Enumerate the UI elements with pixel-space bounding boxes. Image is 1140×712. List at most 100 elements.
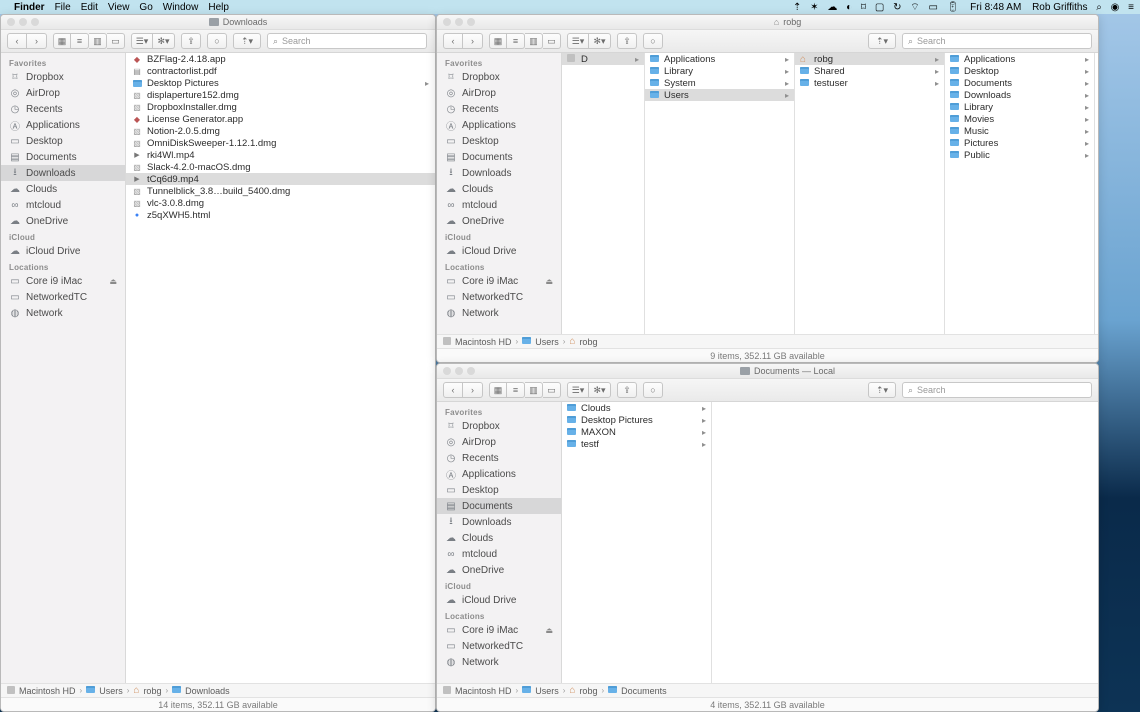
view-list-button[interactable]: ≡ (507, 33, 525, 49)
sidebar-item-mtcloud[interactable]: ∞mtcloud (1, 197, 125, 213)
search-field[interactable]: ⌕ Search (902, 382, 1092, 398)
sidebar-item-desktop[interactable]: ▭Desktop (1, 133, 125, 149)
time-machine-icon[interactable]: ↻ (893, 2, 901, 13)
file-row[interactable]: contractorlist.pdf (126, 65, 435, 77)
sidebar-item-core-i9-imac[interactable]: ▭Core i9 iMac⏏ (437, 622, 561, 638)
action-button[interactable]: ✻▾ (153, 33, 175, 49)
sidebar-item-documents[interactable]: ▤Documents (437, 498, 561, 514)
wifi-icon[interactable]: ⌔ (910, 2, 919, 13)
column-row[interactable]: Library▸ (645, 65, 794, 77)
dropbox-status-icon[interactable]: ⇡ (793, 2, 801, 13)
sidebar-item-recents[interactable]: ◷Recents (437, 450, 561, 466)
column-row[interactable]: Documents▸ (945, 77, 1094, 89)
sidebar-item-downloads[interactable]: ⭳Downloads (437, 514, 561, 530)
column-row[interactable]: testuser▸ (795, 77, 944, 89)
sidebar-item-applications[interactable]: ⒶApplications (437, 466, 561, 482)
back-button[interactable]: ‹ (7, 33, 27, 49)
traffic-lights[interactable] (443, 18, 475, 26)
evernote-icon[interactable]: ✶ (810, 2, 818, 13)
eject-icon[interactable]: ⏏ (545, 626, 553, 635)
column[interactable]: Clouds▸Desktop Pictures▸MAXON▸testf▸ (562, 402, 712, 683)
view-icon-button[interactable]: ▦ (53, 33, 71, 49)
app-menu[interactable]: Finder (14, 2, 45, 13)
column-row[interactable]: System▸ (645, 77, 794, 89)
sidebar-item-networkedtc[interactable]: ▭NetworkedTC (1, 289, 125, 305)
column[interactable]: D▸ (562, 53, 645, 334)
column-view[interactable]: D▸Applications▸Library▸System▸Users▸robg… (562, 53, 1098, 334)
column-row[interactable]: Users▸ (645, 89, 794, 101)
column[interactable]: Applications▸Library▸System▸Users▸ (645, 53, 795, 334)
sidebar-item-recents[interactable]: ◷Recents (1, 101, 125, 117)
view-icon-button[interactable]: ▦ (489, 33, 507, 49)
sidebar-item-network[interactable]: ◍Network (437, 654, 561, 670)
column-row[interactable]: robg▸ (795, 53, 944, 65)
path-segment[interactable]: Documents (621, 686, 667, 696)
column-row[interactable]: Pictures▸ (945, 137, 1094, 149)
menu-help[interactable]: Help (208, 2, 229, 13)
file-row[interactable]: Tunnelblick_3.8…build_5400.dmg (126, 185, 435, 197)
sidebar-item-icloud-drive[interactable]: ☁︎iCloud Drive (437, 592, 561, 608)
sidebar-item-clouds[interactable]: ☁︎Clouds (1, 181, 125, 197)
file-row[interactable]: Desktop Pictures▸ (126, 77, 435, 89)
spotlight-icon[interactable]: ⌕ (1096, 2, 1102, 13)
column-row[interactable]: Downloads▸ (945, 89, 1094, 101)
file-row[interactable]: rki4Wl.mp4 (126, 149, 435, 161)
sidebar-item-icloud-drive[interactable]: ☁︎iCloud Drive (1, 243, 125, 259)
display-icon[interactable]: ▭ (928, 2, 937, 13)
back-button[interactable]: ‹ (443, 382, 463, 398)
clock[interactable]: Fri 8:48 AM (970, 2, 1021, 13)
titlebar[interactable]: Downloads (1, 15, 435, 30)
group-by-button[interactable]: ☰▾ (567, 382, 589, 398)
path-bar[interactable]: Macintosh HD›Users›robg›Documents (437, 683, 1098, 697)
back-button[interactable]: ‹ (443, 33, 463, 49)
column-row[interactable]: D▸ (562, 53, 644, 65)
user-menu[interactable]: Rob Griffiths (1032, 2, 1087, 13)
sidebar-item-documents[interactable]: ▤Documents (1, 149, 125, 165)
group-by-button[interactable]: ☰▾ (131, 33, 153, 49)
file-list[interactable]: BZFlag-2.4.18.appcontractorlist.pdfDeskt… (126, 53, 435, 683)
sidebar-item-documents[interactable]: ▤Documents (437, 149, 561, 165)
search-field[interactable]: ⌕ Search (902, 33, 1092, 49)
menu-extra-icon[interactable]: ⌑ (861, 2, 866, 13)
traffic-lights[interactable] (7, 18, 39, 26)
view-gallery-button[interactable]: ▭ (107, 33, 125, 49)
path-segment[interactable]: Users (535, 337, 559, 347)
sidebar-item-clouds[interactable]: ☁︎Clouds (437, 181, 561, 197)
sidebar-item-onedrive[interactable]: ☁︎OneDrive (437, 213, 561, 229)
sidebar-item-downloads[interactable]: ⭳Downloads (1, 165, 125, 181)
forward-button[interactable]: › (463, 382, 483, 398)
sidebar-item-airdrop[interactable]: ◎AirDrop (437, 85, 561, 101)
menu-extra-icon[interactable]: ▢ (875, 2, 884, 13)
path-segment[interactable]: robg (579, 686, 597, 696)
column-view[interactable]: Clouds▸Desktop Pictures▸MAXON▸testf▸ (562, 402, 1098, 683)
group-by-button[interactable]: ☰▾ (567, 33, 589, 49)
path-segment[interactable]: Macintosh HD (19, 686, 76, 696)
file-row[interactable]: z5qXWH5.html (126, 209, 435, 221)
sidebar-item-networkedtc[interactable]: ▭NetworkedTC (437, 289, 561, 305)
sidebar-item-dropbox[interactable]: ⌑Dropbox (437, 418, 561, 434)
eject-icon[interactable]: ⏏ (545, 277, 553, 286)
tags-button[interactable]: ○ (643, 33, 663, 49)
file-row[interactable]: tCq6d9.mp4 (126, 173, 435, 185)
battery-icon[interactable]: 🔋︎ (947, 2, 960, 13)
sidebar-item-clouds[interactable]: ☁︎Clouds (437, 530, 561, 546)
share-button[interactable]: ⇪ (181, 33, 201, 49)
path-bar[interactable]: Macintosh HD›Users›robg›Downloads (1, 683, 435, 697)
file-row[interactable]: vlc-3.0.8.dmg (126, 197, 435, 209)
sidebar-item-icloud-drive[interactable]: ☁︎iCloud Drive (437, 243, 561, 259)
column-row[interactable]: Applications▸ (645, 53, 794, 65)
column-row[interactable]: Public▸ (945, 149, 1094, 161)
column-row[interactable]: Shared▸ (795, 65, 944, 77)
path-segment[interactable]: Users (535, 686, 559, 696)
column-row[interactable]: Movies▸ (945, 113, 1094, 125)
sidebar-item-network[interactable]: ◍Network (1, 305, 125, 321)
forward-button[interactable]: › (27, 33, 47, 49)
column-row[interactable]: MAXON▸ (562, 426, 711, 438)
sidebar-item-airdrop[interactable]: ◎AirDrop (437, 434, 561, 450)
sidebar-item-core-i9-imac[interactable]: ▭Core i9 iMac⏏ (1, 273, 125, 289)
column-row[interactable]: Applications▸ (945, 53, 1094, 65)
sidebar-item-onedrive[interactable]: ☁︎OneDrive (437, 562, 561, 578)
path-segment[interactable]: Users (99, 686, 123, 696)
file-row[interactable]: displaperture152.dmg (126, 89, 435, 101)
dropbox-button[interactable]: ⇡▾ (868, 33, 896, 49)
